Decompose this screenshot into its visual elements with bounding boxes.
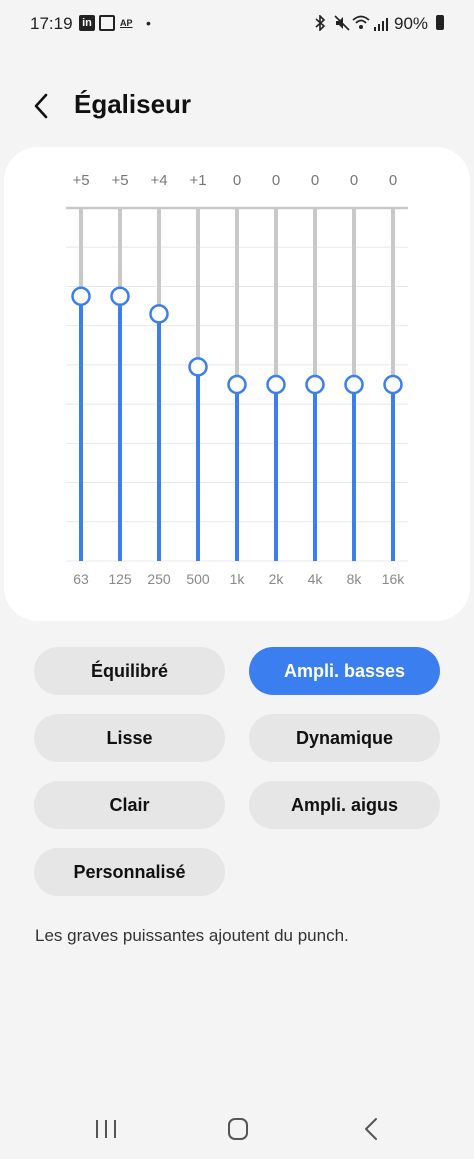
preset-equilibre[interactable]: Équilibré	[34, 647, 225, 695]
band-freq-500: 500	[186, 571, 210, 587]
equalizer-frequency-labels: 63 125 250 500 1k 2k 4k 8k 16k	[0, 571, 474, 591]
equalizer-chart	[66, 206, 408, 562]
screen: 17:19 in AP • 90% Égaliseur +5 +5 +4 +1	[0, 0, 474, 1159]
band-freq-4k: 4k	[307, 571, 323, 587]
band-freq-125: 125	[108, 571, 132, 587]
band-freq-16k: 16k	[381, 571, 405, 587]
band-slider-knob-16k[interactable]	[383, 374, 403, 395]
band-value-1k: 0	[232, 172, 242, 189]
nav-back-button[interactable]	[352, 1112, 392, 1146]
band-value-125: +5	[111, 172, 129, 189]
band-freq-63: 63	[73, 571, 89, 587]
band-freq-250: 250	[147, 571, 171, 587]
band-value-8k: 0	[349, 172, 359, 189]
band-value-4k: 0	[310, 172, 320, 189]
band-value-16k: 0	[388, 172, 398, 189]
preset-ampli-basses[interactable]: Ampli. basses	[249, 647, 440, 695]
home-icon	[228, 1118, 248, 1140]
home-button[interactable]	[218, 1112, 258, 1146]
band-value-500: +1	[189, 172, 207, 189]
equalizer-value-labels: +5 +5 +4 +1 0 0 0 0 0	[0, 172, 474, 194]
band-freq-8k: 8k	[346, 571, 362, 587]
preset-description: Les graves puissantes ajoutent du punch.	[35, 926, 349, 945]
band-value-2k: 0	[271, 172, 281, 189]
band-slider-knob-63[interactable]	[71, 286, 91, 306]
band-slider-knob-4k[interactable]	[305, 374, 325, 395]
recent-apps-icon	[96, 1120, 116, 1138]
preset-clair[interactable]: Clair	[34, 781, 225, 829]
band-value-63: +5	[72, 172, 90, 189]
preset-lisse[interactable]: Lisse	[34, 714, 225, 762]
band-slider-knob-8k[interactable]	[344, 374, 364, 395]
band-freq-1k: 1k	[229, 571, 245, 587]
preset-ampli-aigus[interactable]: Ampli. aigus	[249, 781, 440, 829]
preset-personnalise[interactable]: Personnalisé	[34, 848, 225, 896]
navigation-bar	[0, 1100, 474, 1159]
band-freq-2k: 2k	[268, 571, 284, 587]
recent-apps-button[interactable]	[86, 1112, 126, 1146]
band-slider-knob-1k[interactable]	[227, 374, 247, 395]
band-value-250: +4	[150, 172, 168, 189]
band-slider-knob-500[interactable]	[188, 357, 208, 377]
band-slider-knob-250[interactable]	[149, 304, 169, 324]
band-slider-knob-2k[interactable]	[266, 374, 286, 395]
preset-dynamique[interactable]: Dynamique	[249, 714, 440, 762]
back-icon	[365, 1118, 377, 1140]
band-slider-knob-125[interactable]	[110, 286, 130, 306]
